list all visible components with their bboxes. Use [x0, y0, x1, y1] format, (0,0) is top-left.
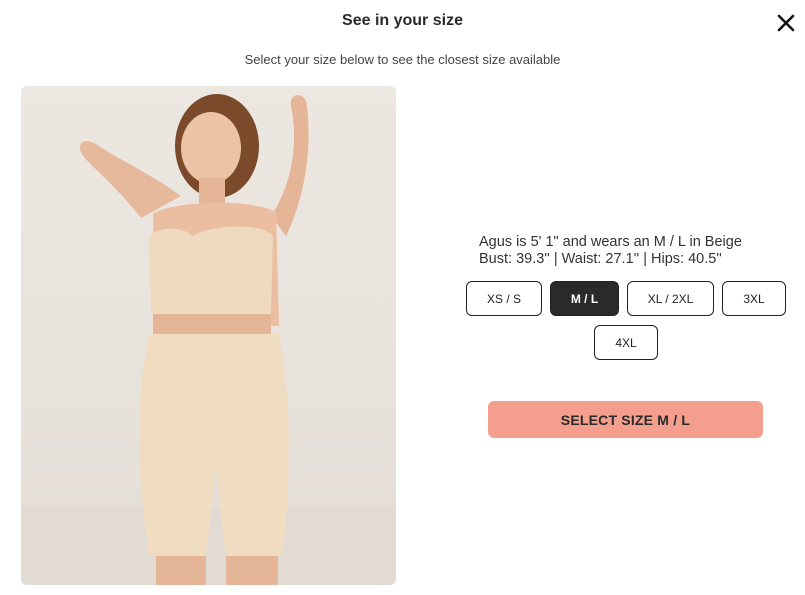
size-options-row: XS / S M / L XL / 2XL 3XL [466, 281, 786, 316]
size-option-xl-2xl[interactable]: XL / 2XL [627, 281, 714, 316]
see-in-your-size-modal: See in your size Select your size below … [0, 0, 805, 595]
size-option-m-l[interactable]: M / L [550, 281, 619, 316]
model-size-description: Agus is 5' 1" and wears an M / L in Beig… [479, 234, 742, 250]
modal-subtitle: Select your size below to see the closes… [244, 52, 561, 67]
model-info: Agus is 5' 1" and wears an M / L in Beig… [479, 234, 779, 268]
size-option-4xl[interactable]: 4XL [594, 325, 658, 360]
size-option-xs-s[interactable]: XS / S [466, 281, 542, 316]
size-option-3xl[interactable]: 3XL [722, 281, 786, 316]
close-button[interactable] [775, 12, 797, 34]
modal-title: See in your size [342, 12, 463, 29]
select-size-button[interactable]: SELECT SIZE M / L [488, 401, 763, 438]
model-photo [21, 86, 396, 585]
close-icon [777, 14, 795, 32]
model-measurements: Bust: 39.3'' | Waist: 27.1'' | Hips: 40.… [479, 251, 722, 267]
size-options-row-2: 4XL [594, 325, 658, 360]
